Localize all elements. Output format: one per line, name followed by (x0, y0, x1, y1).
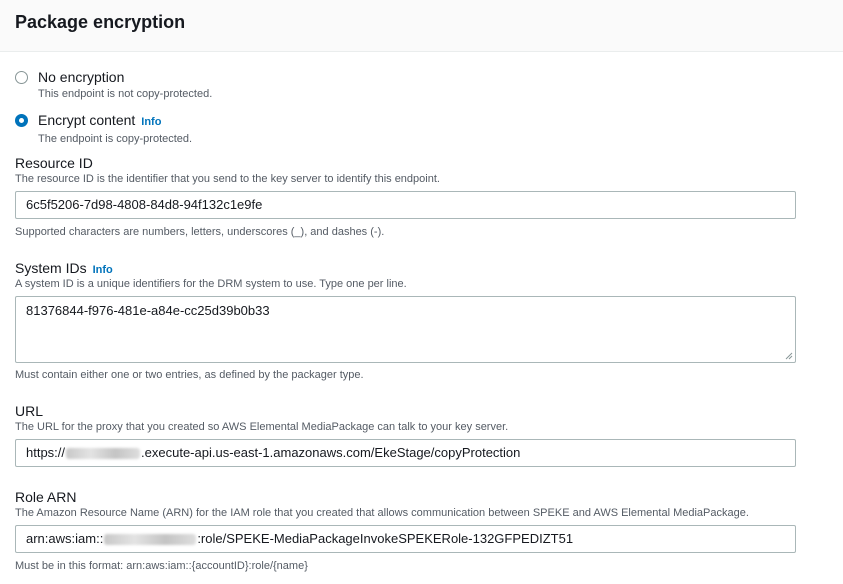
role-arn-value-prefix: arn:aws:iam:: (26, 531, 104, 546)
role-arn-constraint: Must be in this format: arn:aws:iam::{ac… (15, 560, 308, 572)
radio-label: No encryption (38, 69, 125, 85)
system-ids-constraint: Must contain either one or two entries, … (15, 369, 364, 381)
url-label: URL (15, 403, 44, 419)
system-ids-description: A system ID is a unique identifiers for … (15, 278, 407, 290)
system-ids-value: 81376844-f976-481e-a84e-cc25d39b0b33 (26, 303, 270, 318)
url-description: The URL for the proxy that you created s… (15, 421, 509, 433)
resource-id-description: The resource ID is the identifier that y… (15, 173, 440, 185)
role-arn-value-suffix: :role/SPEKE-MediaPackageInvokeSPEKERole-… (197, 531, 574, 546)
info-link[interactable]: Info (93, 264, 113, 276)
system-ids-textarea[interactable]: 81376844-f976-481e-a84e-cc25d39b0b33 (15, 296, 796, 363)
radio-option-no-encryption[interactable]: No encryption This endpoint is not copy-… (15, 68, 212, 102)
radio-description: This endpoint is not copy-protected. (38, 88, 213, 100)
radio-description: The endpoint is copy-protected. (38, 133, 193, 145)
redacted-api-id (66, 447, 141, 459)
resource-id-constraint: Supported characters are numbers, letter… (15, 226, 385, 238)
url-input[interactable]: https:// .execute-api.us-east-1.amazonaws… (15, 439, 796, 467)
url-value-prefix: https:// (26, 445, 66, 460)
resource-id-label: Resource ID (15, 155, 93, 171)
url-value-suffix: .execute-api.us-east-1.amazonaws.com/Eke… (141, 445, 521, 460)
radio-label: Encrypt content (38, 112, 136, 128)
system-ids-label-text: System IDs (15, 260, 87, 276)
info-link[interactable]: Info (141, 116, 161, 128)
section-header: Package encryption (0, 0, 843, 52)
radio-button-unchecked[interactable] (15, 71, 28, 84)
resource-id-input[interactable]: 6c5f5206-7d98-4808-84d8-94f132c1e9fe (15, 191, 796, 219)
role-arn-input[interactable]: arn:aws:iam:::role/SPEKE-MediaPackageInv… (15, 525, 796, 553)
resize-handle-icon[interactable] (785, 352, 793, 360)
system-ids-label: System IDs Info (15, 259, 113, 279)
role-arn-description: The Amazon Resource Name (ARN) for the I… (15, 507, 749, 519)
role-arn-label: Role ARN (15, 489, 77, 505)
resource-id-value: 6c5f5206-7d98-4808-84d8-94f132c1e9fe (26, 197, 263, 212)
redacted-account-id (104, 533, 197, 545)
radio-button-checked[interactable] (15, 114, 28, 127)
radio-option-encrypt-content[interactable]: Encrypt content Info The endpoint is copy… (15, 111, 192, 147)
section-title: Package encryption (15, 12, 186, 32)
